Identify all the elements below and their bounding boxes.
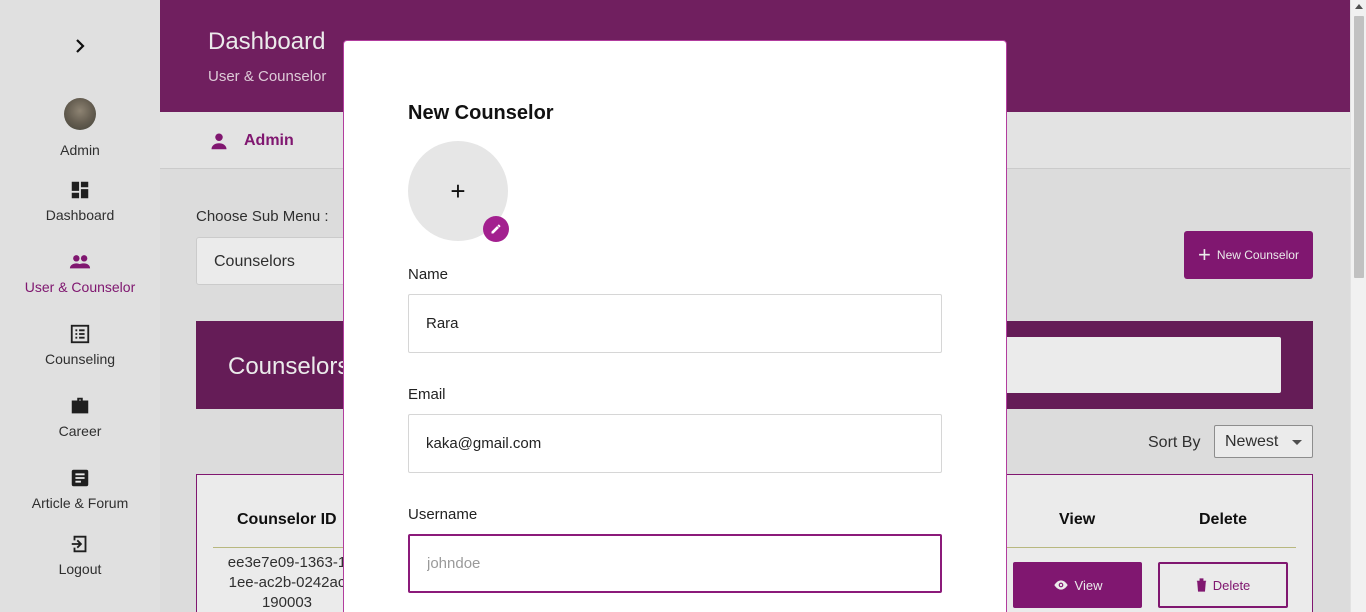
username-field[interactable]	[408, 534, 942, 593]
scroll-thumb[interactable]	[1354, 16, 1364, 278]
scroll-up-arrow-icon[interactable]	[1355, 4, 1363, 9]
pencil-icon	[491, 224, 501, 234]
email-label: Email	[408, 386, 446, 403]
new-counselor-modal: New Counselor + Name Email Username	[343, 40, 1007, 612]
name-field[interactable]	[408, 294, 942, 353]
page-scrollbar[interactable]	[1350, 0, 1366, 612]
edit-photo-button[interactable]	[483, 216, 509, 242]
name-label: Name	[408, 266, 449, 283]
modal-title: New Counselor	[408, 102, 554, 124]
add-photo-icon: +	[450, 175, 466, 206]
email-field[interactable]	[408, 414, 942, 473]
username-label: Username	[408, 506, 478, 523]
